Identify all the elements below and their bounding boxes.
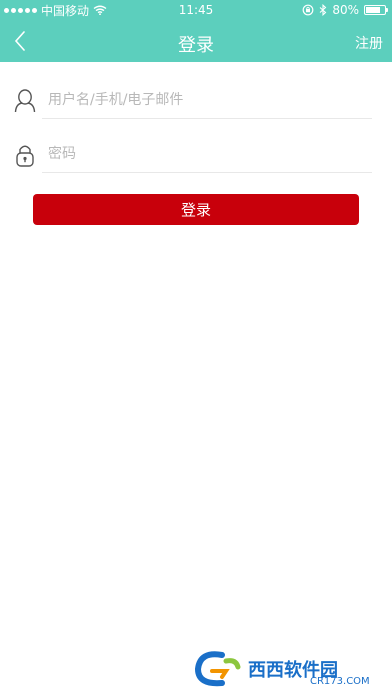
watermark: 西西软件园 CR173.COM: [192, 646, 388, 692]
nav-bar: 登录 注册: [0, 20, 392, 62]
page-title: 登录: [178, 35, 214, 56]
battery-percent: 80%: [332, 3, 359, 17]
username-underline: [42, 118, 372, 119]
status-bar: 中国移动 11:45 80%: [0, 0, 392, 20]
watermark-subtext: CR173.COM: [310, 676, 370, 687]
user-icon: [12, 88, 38, 114]
password-field-row: [12, 136, 372, 174]
register-button[interactable]: 注册: [355, 33, 383, 53]
status-right: 80%: [302, 0, 388, 20]
password-input[interactable]: [46, 136, 372, 172]
lock-icon: [12, 142, 38, 168]
battery-icon: [364, 5, 388, 15]
bluetooth-icon: [319, 4, 327, 16]
password-underline: [42, 172, 372, 173]
watermark-logo: [194, 651, 241, 687]
username-input[interactable]: [46, 82, 372, 118]
orientation-lock-icon: [302, 4, 314, 16]
login-button[interactable]: 登录: [33, 194, 359, 225]
battery-level: [366, 7, 381, 13]
username-field-row: [12, 82, 372, 120]
